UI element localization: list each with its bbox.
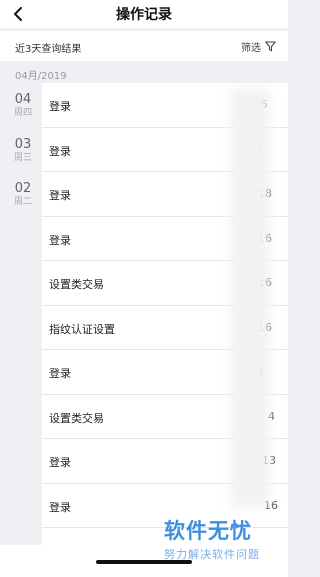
record-type: 登录 xyxy=(49,189,71,202)
record-type: 登录 xyxy=(49,144,71,158)
record-type: 登录 xyxy=(49,100,71,113)
query-range-summary: 近3天查询结果 xyxy=(15,44,82,55)
date-group-2: 02 周二 xyxy=(8,182,38,208)
record-type: 登录 xyxy=(49,233,71,247)
date-day: 02 xyxy=(14,181,32,196)
date-weekday: 周四 xyxy=(13,108,32,118)
date-day: 03 xyxy=(14,137,32,152)
record-type: 设置类交易 xyxy=(49,278,104,291)
top-navigation-bar: 操作记录 xyxy=(0,0,288,28)
date-group-0: 04 周四 xyxy=(8,93,38,119)
date-weekday: 周二 xyxy=(13,197,32,207)
filter-button[interactable]: 筛选 xyxy=(241,38,276,54)
watermark-subtitle: 努力解决软件问题 xyxy=(164,548,260,561)
record-type: 登录 xyxy=(49,367,71,380)
record-type: 指纹认证设置 xyxy=(49,322,115,336)
funnel-icon xyxy=(265,40,276,51)
date-group-1: 03 周三 xyxy=(8,138,38,164)
date-weekday: 周三 xyxy=(13,153,32,163)
record-type: 登录 xyxy=(49,500,71,514)
filter-bar: 近3天查询结果 筛选 xyxy=(0,31,288,61)
page-title: 操作记录 xyxy=(116,7,172,23)
record-type: 设置类交易 xyxy=(49,411,104,425)
month-label: 04月/2019 xyxy=(15,71,67,82)
month-section-header: 04月/2019 xyxy=(0,63,288,83)
filter-label: 筛选 xyxy=(241,42,261,54)
date-day: 04 xyxy=(14,92,32,107)
watermark-title: 软件无忧 xyxy=(164,519,252,543)
redaction-blur xyxy=(230,88,270,508)
record-type: 登录 xyxy=(49,456,71,469)
